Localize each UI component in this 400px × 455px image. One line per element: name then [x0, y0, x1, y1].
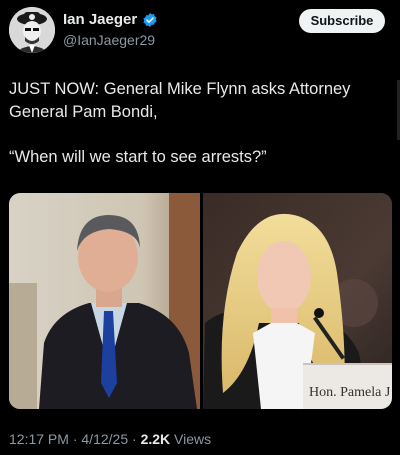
meta-separator: · [68, 431, 82, 447]
display-name[interactable]: Ian Jaeger [63, 11, 137, 28]
views-count: 2.2K [140, 431, 171, 447]
views-label: Views [170, 431, 212, 447]
tweet-quote-line: “When will we start to see arrests?” [9, 148, 267, 166]
nameplate-text: Hon. Pamela J [309, 385, 391, 400]
verified-badge-icon [142, 12, 158, 28]
tweet-header: Ian Jaeger @IanJaeger29 Subscribe [0, 0, 400, 60]
subscribe-button[interactable]: Subscribe [299, 9, 385, 33]
tweet-text-line: JUST NOW: General Mike Flynn asks Attorn… [9, 80, 351, 121]
tweet-time[interactable]: 12:17 PM [9, 431, 69, 447]
left-photo [9, 193, 200, 409]
tweet-metadata: 12:17 PM · 4/12/25 · 2.2K Views [9, 431, 211, 447]
avatar[interactable] [9, 7, 55, 53]
right-photo: Hon. Pamela J [203, 193, 392, 409]
tweet-media[interactable]: Hon. Pamela J [9, 193, 392, 409]
author-handle[interactable]: @IanJaeger29 [63, 32, 155, 48]
meta-separator: · [128, 431, 141, 447]
tweet-body: JUST NOW: General Mike Flynn asks Attorn… [9, 78, 391, 169]
tweet-date[interactable]: 4/12/25 [81, 431, 128, 447]
